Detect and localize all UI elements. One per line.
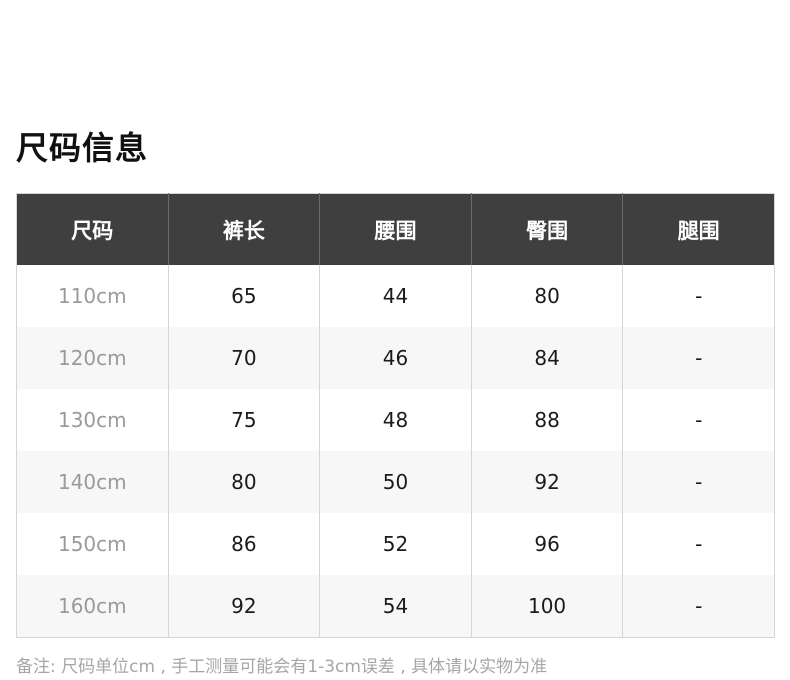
waist-cell: 52 <box>319 513 472 575</box>
page-title: 尺码信息 <box>16 129 149 167</box>
size-chart-table: 尺码 裤长 腰围 臀围 腿围 110cm 65 44 80 - 120cm 70… <box>16 193 775 638</box>
hip-cell: 100 <box>470 575 623 638</box>
size-cell: 160cm <box>16 575 169 638</box>
table-row: 130cm 75 48 88 - <box>16 389 775 451</box>
waist-cell: 46 <box>319 327 472 389</box>
thigh-cell: - <box>622 575 775 638</box>
pants-length-cell: 75 <box>167 389 320 451</box>
table-row: 140cm 80 50 92 - <box>16 451 775 513</box>
waist-cell: 44 <box>319 265 472 327</box>
thigh-cell: - <box>622 513 775 575</box>
pants-length-cell: 70 <box>167 327 320 389</box>
header-waist: 腰围 <box>319 193 472 265</box>
header-thigh: 腿围 <box>622 193 775 265</box>
size-cell: 130cm <box>16 389 169 451</box>
footnote: 备注: 尺码单位cm , 手工测量可能会有1-3cm误差 , 具体请以实物为准 <box>16 657 548 677</box>
pants-length-cell: 86 <box>167 513 320 575</box>
size-cell: 120cm <box>16 327 169 389</box>
hip-cell: 84 <box>470 327 623 389</box>
hip-cell: 88 <box>470 389 623 451</box>
waist-cell: 54 <box>319 575 472 638</box>
table-row: 150cm 86 52 96 - <box>16 513 775 575</box>
size-cell: 110cm <box>16 265 169 327</box>
header-size: 尺码 <box>16 193 169 265</box>
hip-cell: 96 <box>470 513 623 575</box>
waist-cell: 50 <box>319 451 472 513</box>
pants-length-cell: 65 <box>167 265 320 327</box>
thigh-cell: - <box>622 327 775 389</box>
table-header-row: 尺码 裤长 腰围 臀围 腿围 <box>16 193 775 265</box>
size-cell: 150cm <box>16 513 169 575</box>
header-hip: 臀围 <box>470 193 623 265</box>
thigh-cell: - <box>622 265 775 327</box>
table-row: 110cm 65 44 80 - <box>16 265 775 327</box>
table-row: 120cm 70 46 84 - <box>16 327 775 389</box>
thigh-cell: - <box>622 451 775 513</box>
header-pants-length: 裤长 <box>167 193 320 265</box>
pants-length-cell: 80 <box>167 451 320 513</box>
table-row: 160cm 92 54 100 - <box>16 575 775 638</box>
thigh-cell: - <box>622 389 775 451</box>
pants-length-cell: 92 <box>167 575 320 638</box>
hip-cell: 80 <box>470 265 623 327</box>
hip-cell: 92 <box>470 451 623 513</box>
size-cell: 140cm <box>16 451 169 513</box>
waist-cell: 48 <box>319 389 472 451</box>
